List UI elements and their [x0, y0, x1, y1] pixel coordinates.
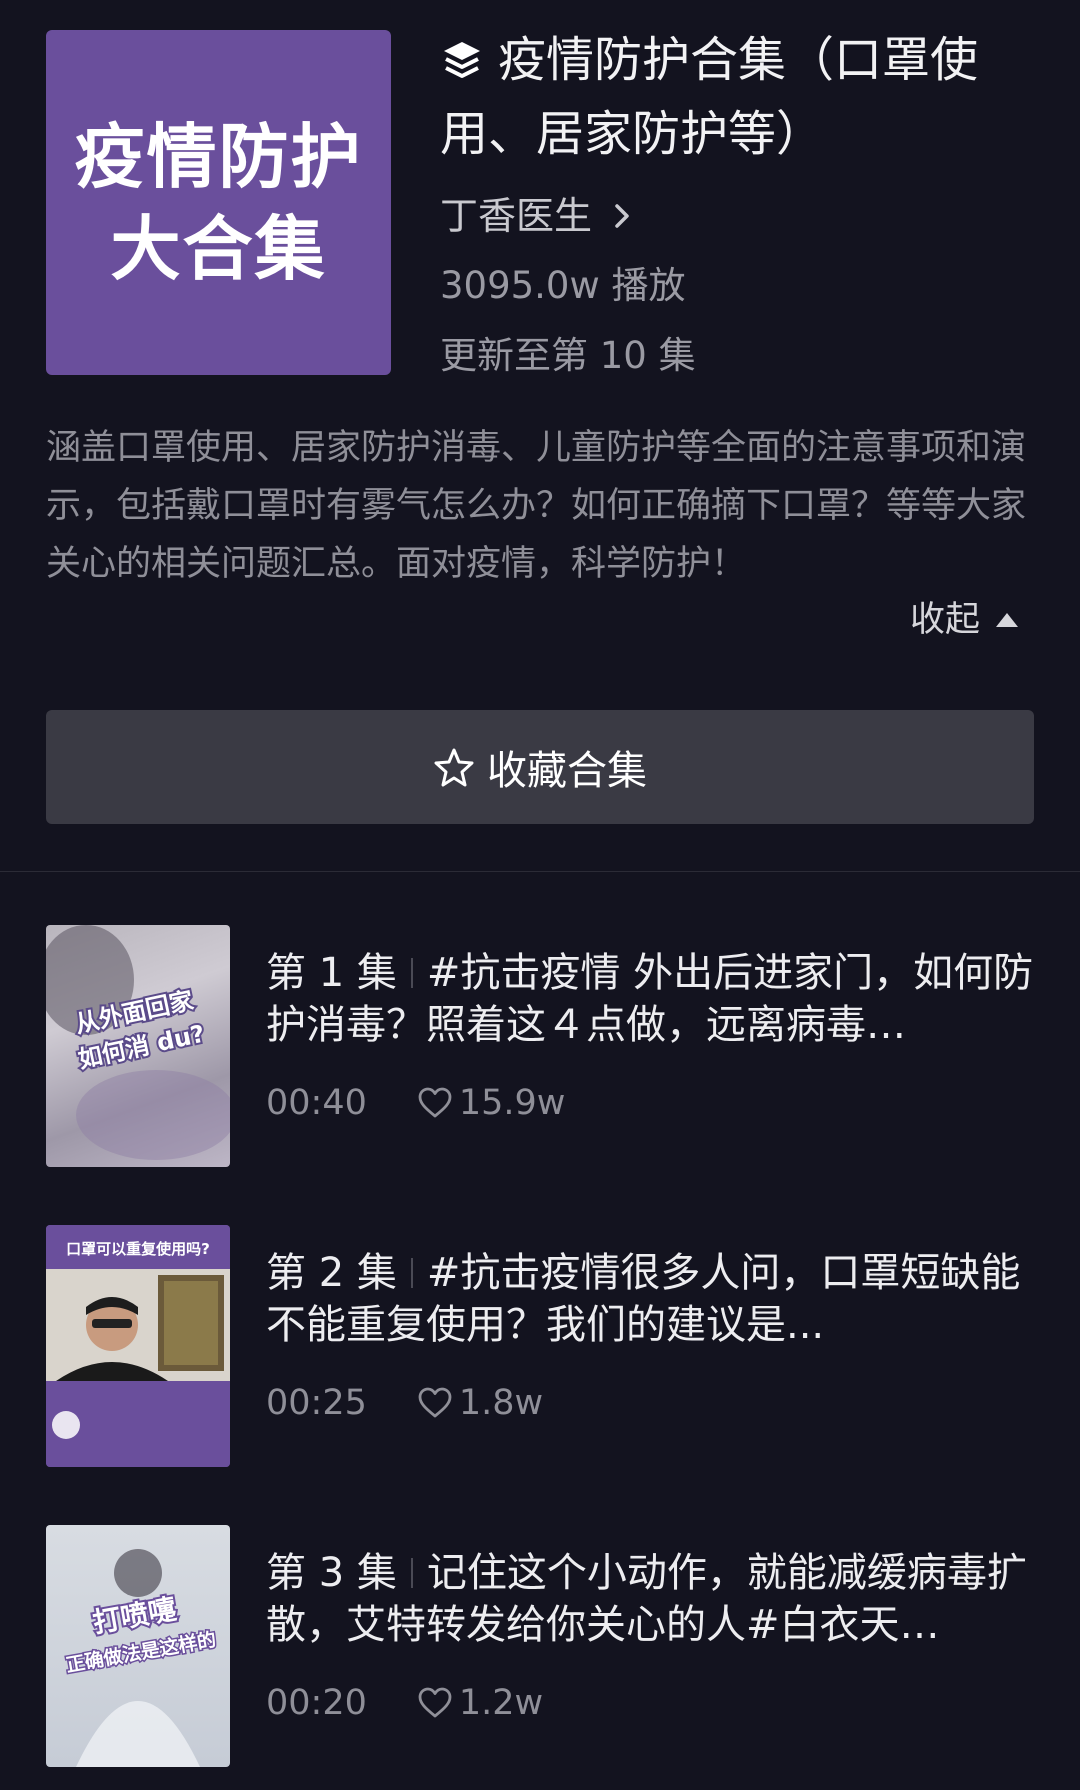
update-status: 更新至第 10 集 [440, 334, 696, 377]
collection-cover[interactable]: 疫情防护 大合集 [46, 30, 391, 375]
episode-separator [410, 1258, 413, 1288]
episode-title: 第 3 集记住这个小动作，就能减缓病毒扩散，艾特转发给你关心的人#白衣天… [266, 1547, 1060, 1651]
episode-separator [410, 958, 413, 988]
episode-text: 第 1 集 #抗击疫情 外出后进家门，如何防护消毒？照着这４点做，远离病毒… 00… [266, 947, 1060, 1125]
chevron-right-icon [612, 202, 632, 230]
heart-icon [417, 1387, 453, 1419]
section-divider [0, 871, 1080, 872]
cover-line-1: 疫情防护 [74, 115, 363, 198]
heart-icon [417, 1087, 453, 1119]
heart-icon [417, 1687, 453, 1719]
episode-text: 第 3 集记住这个小动作，就能减缓病毒扩散，艾特转发给你关心的人#白衣天… 00… [266, 1547, 1060, 1725]
episode-title: 第 1 集 #抗击疫情 外出后进家门，如何防护消毒？照着这４点做，远离病毒… [266, 947, 1060, 1051]
triangle-up-icon [994, 610, 1020, 630]
thumb-caption-1: 打喷嚏 [90, 1592, 178, 1639]
collapse-label: 收起 [909, 600, 980, 640]
episode-number: 第 3 集 [266, 1550, 397, 1596]
episode-item[interactable]: 打喷嚏 正确做法是这样的 第 3 集记住这个小动作，就能减缓病毒扩散，艾特转发给… [46, 1525, 1080, 1767]
collapse-button[interactable]: 收起 [910, 596, 1020, 644]
likes-count: 1.8w [458, 1383, 544, 1423]
episode-likes: 15.9w [417, 1081, 566, 1125]
star-icon [433, 746, 475, 788]
episode-separator [410, 1558, 413, 1588]
episode-duration: 00:40 [266, 1083, 367, 1123]
play-count: 3095.0w 播放 [440, 264, 686, 307]
collection-description: 涵盖口罩使用、居家防护消毒、儿童防护等全面的注意事项和演示，包括戴口罩时有雾气怎… [46, 428, 1027, 584]
favorite-collection-button[interactable]: 收藏合集 [46, 710, 1034, 824]
favorite-label: 收藏合集 [487, 748, 647, 794]
collection-title-text: 疫情防护合集（口罩使用、居家防护等） [440, 32, 979, 162]
episode-thumbnail: 打喷嚏 正确做法是这样的 [46, 1525, 230, 1767]
episode-number: 第 2 集 [266, 1250, 397, 1296]
episode-likes: 1.2w [417, 1681, 543, 1725]
episode-item[interactable]: 口罩可以重复使用吗? 第 2 集 #抗击疫情很多人问，口罩短缺能不能重复使用？我们… [46, 1225, 1080, 1467]
episode-meta: 00:20 1.2w [266, 1681, 1060, 1725]
thumb-caption-2: 正确做法是这样的 [64, 1628, 218, 1677]
thumb-caption-1: 口罩可以重复使用吗? [66, 1240, 210, 1258]
episode-thumbnail: 从外面回家 如何消 du? [46, 925, 230, 1167]
collection-title: 疫情防护合集（口罩使用、居家防护等） [440, 26, 1034, 162]
episode-thumbnail: 口罩可以重复使用吗? [46, 1225, 230, 1467]
episode-likes: 1.8w [417, 1381, 543, 1425]
episode-meta: 00:25 1.8w [266, 1381, 1060, 1425]
episode-number: 第 1 集 [266, 950, 397, 996]
collection-info: 疫情防护合集（口罩使用、居家防护等） 丁香医生 3095.0w 播放 更新至第 … [440, 30, 1034, 380]
author-link[interactable]: 丁香医生 [440, 192, 1034, 240]
episode-meta: 00:40 15.9w [266, 1081, 1060, 1125]
episode-text: 第 2 集 #抗击疫情很多人问，口罩短缺能不能重复使用？我们的建议是... 00:… [266, 1247, 1060, 1425]
cover-line-2: 大合集 [110, 207, 327, 290]
collection-stack-icon [440, 32, 484, 100]
episode-duration: 00:25 [266, 1383, 367, 1423]
episode-item[interactable]: 从外面回家 如何消 du? 第 1 集 #抗击疫情 外出后进家门，如何防护消毒？照… [46, 925, 1080, 1167]
episode-duration: 00:20 [266, 1683, 367, 1723]
collection-header: 疫情防护 大合集 疫情防护合集（口罩使用、居家防护等） 丁香医生 3095.0w… [46, 30, 1034, 377]
likes-count: 1.2w [458, 1683, 544, 1723]
episode-title: 第 2 集 #抗击疫情很多人问，口罩短缺能不能重复使用？我们的建议是... [266, 1247, 1060, 1351]
author-name: 丁香医生 [440, 194, 593, 238]
likes-count: 15.9w [458, 1083, 566, 1123]
